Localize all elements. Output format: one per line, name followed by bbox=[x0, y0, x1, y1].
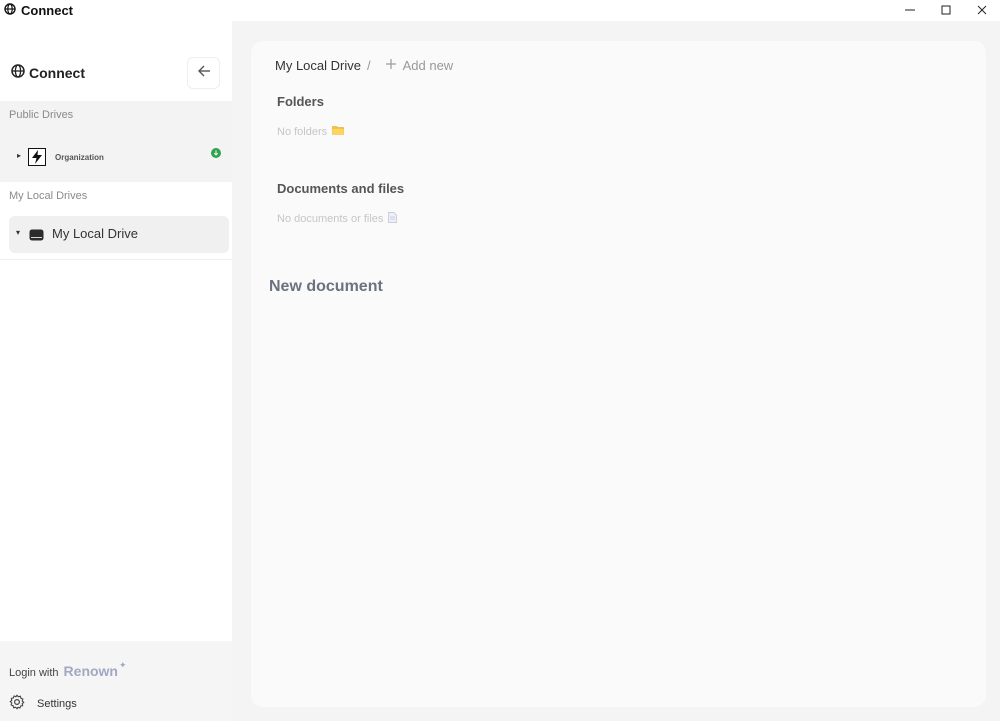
empty-text: No folders bbox=[277, 125, 328, 138]
drive-label: Organization bbox=[55, 153, 104, 162]
folders-empty: No folders bbox=[277, 125, 344, 138]
folder-icon bbox=[332, 125, 344, 138]
new-document-title: New document bbox=[269, 278, 383, 295]
close-icon bbox=[977, 2, 987, 20]
title-bar: Connect bbox=[0, 0, 1000, 21]
caret-right-icon[interactable]: ▸ bbox=[17, 151, 21, 160]
settings-label: Settings bbox=[37, 697, 77, 710]
settings-button[interactable]: Settings bbox=[9, 694, 77, 713]
empty-text: No documents or files bbox=[277, 213, 384, 225]
sync-status-icon bbox=[211, 148, 221, 158]
hard-drive-icon bbox=[29, 228, 44, 241]
login-with-renown-button[interactable]: Login with Renown ✦ bbox=[9, 660, 131, 679]
documents-title: Documents and files bbox=[277, 181, 405, 196]
globe-icon bbox=[4, 3, 16, 18]
gear-icon bbox=[9, 694, 25, 713]
drive-item-organization[interactable]: ▸ Organization bbox=[0, 145, 232, 167]
folders-title: Folders bbox=[277, 94, 324, 109]
globe-icon bbox=[11, 64, 25, 81]
local-drives-section: My Local Drives ▾ My Local Drive bbox=[0, 182, 232, 260]
drive-item-my-local-drive[interactable]: ▾ My Local Drive bbox=[9, 216, 229, 253]
maximize-button[interactable] bbox=[928, 0, 964, 21]
breadcrumb-current[interactable]: My Local Drive bbox=[275, 58, 361, 73]
sidebar: Connect Public Drives ▸ Organization My … bbox=[0, 21, 232, 721]
sidebar-footer: Login with Renown ✦ Settings bbox=[0, 641, 232, 721]
documents-empty: No documents or files bbox=[277, 212, 398, 226]
local-drives-title: My Local Drives bbox=[9, 190, 88, 202]
add-new-button[interactable]: Add new bbox=[385, 58, 454, 73]
sidebar-logo-text: Connect bbox=[29, 64, 85, 81]
window-title: Connect bbox=[21, 3, 73, 18]
arrow-left-icon bbox=[197, 64, 211, 83]
close-button[interactable] bbox=[964, 0, 1000, 21]
document-icon bbox=[388, 212, 398, 226]
main-panel: My Local Drive / Add new Folders No fold… bbox=[251, 41, 986, 707]
organization-logo-icon bbox=[28, 148, 46, 166]
sparkle-icon: ✦ bbox=[119, 660, 127, 670]
maximize-icon bbox=[941, 2, 951, 20]
sidebar-logo: Connect bbox=[11, 64, 85, 81]
plus-icon bbox=[385, 58, 397, 73]
minimize-button[interactable] bbox=[892, 0, 928, 21]
add-new-label: Add new bbox=[402, 58, 454, 73]
drive-label: My Local Drive bbox=[52, 226, 138, 241]
login-prefix: Login with bbox=[9, 667, 59, 679]
public-drives-title: Public Drives bbox=[9, 109, 74, 121]
caret-down-icon[interactable]: ▾ bbox=[16, 228, 20, 237]
breadcrumb-separator: / bbox=[366, 58, 371, 73]
public-drives-section: Public Drives ▸ Organization bbox=[0, 101, 232, 182]
minimize-icon bbox=[905, 2, 915, 20]
app-title: Connect bbox=[0, 3, 73, 18]
breadcrumb: My Local Drive / Add new bbox=[275, 58, 453, 73]
renown-logo: Renown bbox=[63, 663, 118, 679]
collapse-sidebar-button[interactable] bbox=[187, 57, 220, 89]
sidebar-header: Connect bbox=[0, 21, 232, 101]
